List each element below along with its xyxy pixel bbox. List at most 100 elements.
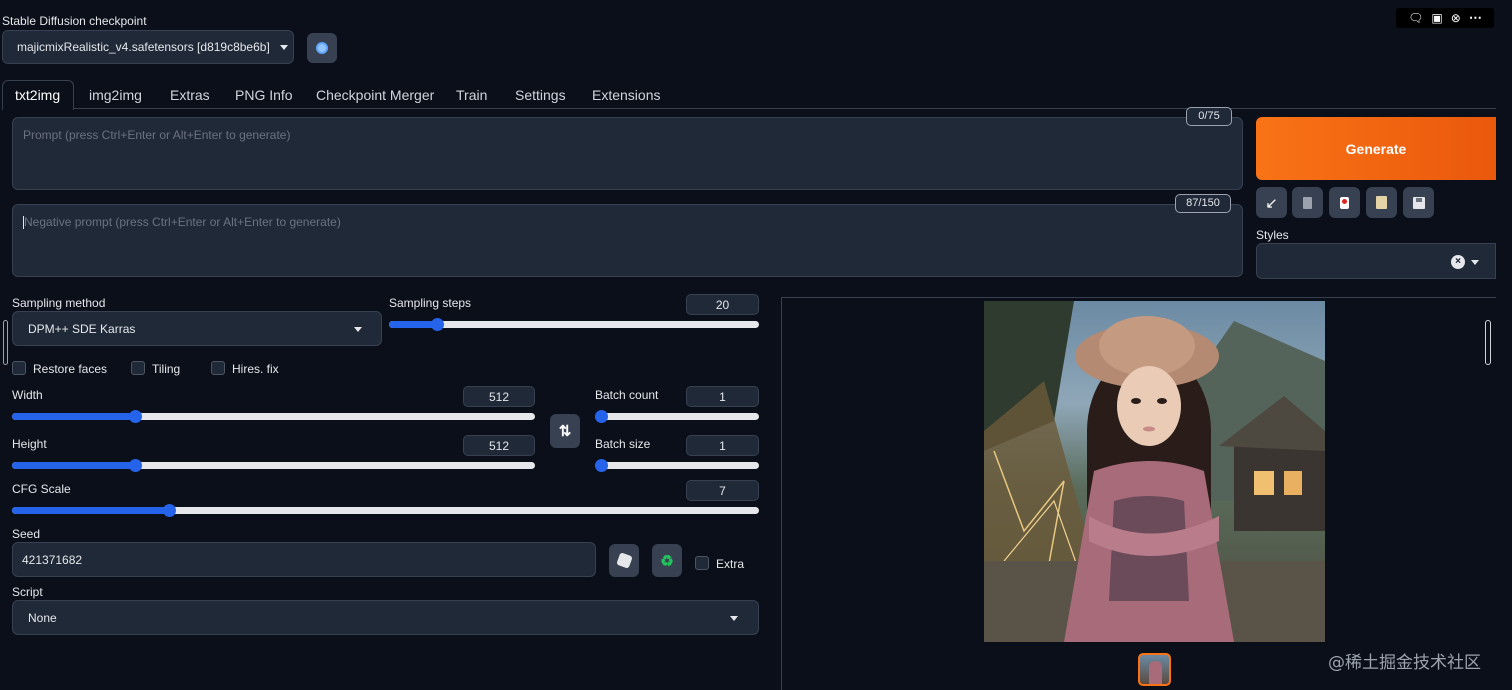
generate-label: Generate [1345, 140, 1407, 157]
more-icon[interactable]: ⋯ [1469, 10, 1482, 26]
slider-fill [12, 462, 135, 469]
sampling-steps-input[interactable]: 20 [686, 294, 759, 315]
script-label: Script [12, 585, 43, 599]
restore-faces-checkbox[interactable] [12, 361, 26, 375]
prompt-token-counter: 0/75 [1186, 107, 1232, 126]
red-card-icon [1340, 196, 1349, 209]
tab-border-line [74, 108, 1496, 109]
left-scroll-handle[interactable] [3, 320, 8, 365]
reuse-seed-button[interactable]: ♻ [652, 544, 682, 577]
width-slider[interactable] [12, 410, 535, 423]
restore-faces-label: Restore faces [33, 362, 108, 376]
sampling-steps-slider[interactable] [389, 318, 759, 331]
batch-count-slider[interactable] [595, 410, 759, 423]
right-scroll-handle[interactable] [1485, 320, 1491, 365]
recycle-icon: ♻ [660, 552, 674, 570]
sampling-method-value: DPM++ SDE Karras [28, 321, 136, 336]
seed-value: 421371682 [22, 552, 83, 567]
arrow-down-left-icon: ↙ [1265, 194, 1278, 212]
script-select[interactable]: None [12, 600, 759, 635]
prompt-input[interactable]: Prompt (press Ctrl+Enter or Alt+Enter to… [12, 117, 1243, 190]
batch-count-input[interactable]: 1 [686, 386, 759, 407]
negative-prompt-placeholder: Negative prompt (press Ctrl+Enter or Alt… [24, 215, 341, 229]
read-params-button[interactable]: ↙ [1256, 187, 1287, 218]
negative-prompt-input[interactable]: Negative prompt (press Ctrl+Enter or Alt… [12, 204, 1243, 277]
trash-icon [1303, 196, 1312, 209]
slider-thumb[interactable] [162, 504, 176, 517]
generate-button[interactable]: Generate [1256, 117, 1496, 180]
tiling-checkbox[interactable] [131, 361, 145, 375]
tab-settings[interactable]: Settings [515, 87, 566, 103]
tab-extensions[interactable]: Extensions [592, 87, 660, 103]
height-label: Height [12, 437, 47, 451]
random-seed-button[interactable] [609, 544, 639, 577]
script-value: None [28, 610, 57, 625]
watermark: @稀土掘金技术社区 [1328, 653, 1481, 673]
checkpoint-value: majicmixRealistic_v4.safetensors [d819c8… [17, 40, 270, 54]
cfg-scale-slider[interactable] [12, 504, 759, 517]
swap-dimensions-button[interactable]: ⇅ [550, 414, 580, 448]
slider-fill [12, 413, 135, 420]
batch-size-input[interactable]: 1 [686, 435, 759, 456]
cfg-scale-input[interactable]: 7 [686, 480, 759, 501]
chevron-down-icon [279, 44, 288, 50]
portrait-scene [984, 301, 1325, 642]
swap-arrows-icon: ⇅ [558, 423, 572, 440]
tiling-label: Tiling [152, 362, 181, 376]
chevron-down-icon [730, 616, 738, 621]
slider-thumb[interactable] [128, 459, 142, 472]
thumbnail-figure [1149, 661, 1162, 684]
dice-icon [615, 552, 633, 569]
slider-thumb[interactable] [128, 410, 142, 423]
chat-icon[interactable]: 🗨 [1408, 11, 1423, 25]
height-input[interactable]: 512 [463, 435, 535, 456]
slider-fill [12, 507, 169, 514]
tab-extras[interactable]: Extras [170, 87, 210, 103]
sampling-method-select[interactable]: DPM++ SDE Karras [12, 311, 382, 346]
batch-size-label: Batch size [595, 437, 651, 451]
generated-image[interactable] [984, 301, 1325, 642]
seed-label: Seed [12, 527, 41, 541]
sampling-method-label: Sampling method [12, 296, 106, 310]
hires-fix-label: Hires. fix [232, 362, 279, 376]
monitor-icon[interactable]: ▣ [1431, 11, 1442, 25]
seed-input[interactable]: 421371682 [12, 542, 596, 577]
download-icon[interactable]: ⊗ [1451, 11, 1461, 25]
width-label: Width [12, 388, 43, 402]
height-slider[interactable] [12, 459, 535, 472]
tab-checkpoint-merger[interactable]: Checkpoint Merger [316, 87, 434, 103]
top-icons: 🗨 ▣ ⊗ ⋯ [1396, 8, 1494, 28]
batch-size-slider[interactable] [595, 459, 759, 472]
refresh-icon [316, 42, 328, 54]
sampling-steps-label: Sampling steps [389, 296, 472, 310]
slider-thumb[interactable] [595, 410, 608, 423]
tab-txt2img[interactable]: txt2img [15, 87, 60, 103]
hires-fix-checkbox[interactable] [211, 361, 225, 375]
extra-networks-button[interactable] [1329, 187, 1360, 218]
checkpoint-label: Stable Diffusion checkpoint [2, 14, 147, 28]
slider-thumb[interactable] [431, 318, 445, 331]
prompt-placeholder: Prompt (press Ctrl+Enter or Alt+Enter to… [23, 128, 291, 142]
tab-train[interactable]: Train [456, 87, 487, 103]
batch-count-label: Batch count [595, 388, 659, 402]
styles-select[interactable]: × [1256, 243, 1496, 279]
save-style-button[interactable] [1403, 187, 1434, 218]
slider-fill [389, 321, 438, 328]
checkpoint-select[interactable]: majicmixRealistic_v4.safetensors [d819c8… [2, 30, 294, 64]
width-input[interactable]: 512 [463, 386, 535, 407]
styles-label: Styles [1256, 228, 1289, 242]
trash-button[interactable] [1292, 187, 1323, 218]
clear-icon[interactable]: × [1451, 255, 1465, 269]
tab-img2img[interactable]: img2img [89, 87, 142, 103]
seed-extra-label: Extra [716, 557, 745, 571]
cfg-scale-label: CFG Scale [12, 482, 71, 496]
clipboard-icon [1376, 196, 1387, 209]
floppy-disk-icon [1412, 196, 1425, 209]
gallery-thumbnail[interactable] [1138, 653, 1171, 686]
tab-png-info[interactable]: PNG Info [235, 87, 293, 103]
seed-extra-checkbox[interactable] [695, 556, 709, 570]
clipboard-button[interactable] [1366, 187, 1397, 218]
negative-prompt-token-counter: 87/150 [1175, 194, 1231, 213]
slider-thumb[interactable] [595, 459, 608, 472]
refresh-checkpoint-button[interactable] [307, 33, 337, 63]
